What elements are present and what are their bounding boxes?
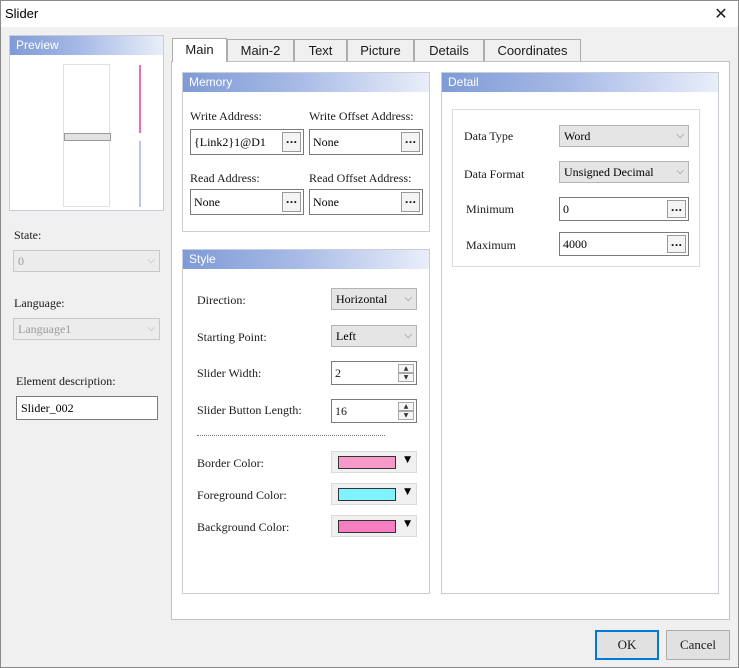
border-color-picker[interactable]: ▼: [331, 451, 417, 473]
write-offset-address-value: None: [313, 135, 339, 149]
write-offset-address-label: Write Offset Address:: [309, 109, 414, 123]
spin-up-icon[interactable]: ▲: [398, 402, 414, 411]
slider-button-length-label: Slider Button Length:: [197, 403, 302, 417]
direction-label: Direction:: [197, 293, 246, 307]
maximum-browse-button[interactable]: ...: [667, 235, 686, 253]
write-address-browse-button[interactable]: ...: [282, 132, 301, 152]
read-address-value: None: [194, 195, 220, 209]
slider-width-stepper[interactable]: 2 ▲ ▼: [331, 361, 417, 385]
element-description-label: Element description:: [16, 374, 116, 388]
direction-value: Horizontal: [336, 292, 388, 306]
language-label: Language:: [14, 296, 65, 310]
spin-down-icon[interactable]: ▼: [398, 373, 414, 382]
direction-select[interactable]: Horizontal ⌵: [331, 288, 417, 310]
tab-main-2[interactable]: Main-2: [227, 39, 294, 61]
state-select: 0 ⌵: [13, 250, 160, 272]
slider-preview: [63, 64, 141, 207]
slider-button-length-stepper[interactable]: 16 ▲ ▼: [331, 399, 417, 423]
minimum-browse-button[interactable]: ...: [667, 200, 686, 218]
ok-button[interactable]: OK: [595, 630, 659, 660]
minimum-label: Minimum: [466, 202, 515, 216]
background-color-label: Background Color:: [197, 520, 290, 534]
read-address-browse-button[interactable]: ...: [282, 192, 301, 212]
spin-up-icon[interactable]: ▲: [398, 364, 414, 373]
cancel-button[interactable]: Cancel: [666, 630, 730, 660]
tab-coordinates[interactable]: Coordinates: [484, 39, 581, 61]
dropdown-arrow-icon: ▼: [404, 455, 411, 465]
close-icon[interactable]: ✕: [710, 3, 732, 25]
write-offset-browse-button[interactable]: ...: [401, 132, 420, 152]
memory-title: Memory: [183, 73, 429, 92]
read-offset-address-field[interactable]: None ...: [309, 189, 423, 215]
tab-picture[interactable]: Picture: [347, 39, 414, 61]
write-offset-address-field[interactable]: None ...: [309, 129, 423, 155]
language-select: Language1 ⌵: [13, 318, 160, 340]
read-offset-address-value: None: [313, 195, 339, 209]
chevron-down-icon: ⌵: [676, 166, 684, 177]
dropdown-arrow-icon: ▼: [404, 487, 411, 497]
language-value: Language1: [18, 322, 72, 336]
dropdown-arrow-icon: ▼: [404, 519, 411, 529]
foreground-color-swatch: [338, 488, 396, 501]
data-type-select[interactable]: Word ⌵: [559, 125, 689, 147]
slider-width-value: 2: [335, 366, 341, 380]
tab-main[interactable]: Main: [172, 38, 227, 62]
slider-button-length-value: 16: [335, 404, 347, 418]
data-format-value: Unsigned Decimal: [564, 165, 654, 179]
background-color-picker[interactable]: ▼: [331, 515, 417, 537]
foreground-color-picker[interactable]: ▼: [331, 483, 417, 505]
style-title: Style: [183, 250, 429, 269]
data-type-label: Data Type: [464, 129, 514, 143]
maximum-value: 4000: [563, 237, 587, 251]
slider-button-length-spin-buttons: ▲ ▼: [398, 402, 414, 420]
data-type-value: Word: [564, 129, 591, 143]
preview-slider-thumb: [64, 133, 111, 141]
write-address-label: Write Address:: [190, 109, 262, 123]
minimum-field[interactable]: 0 ...: [559, 197, 689, 221]
border-color-swatch: [338, 456, 396, 469]
write-address-value: {Link2}1@D1: [194, 135, 266, 149]
minimum-value: 0: [563, 202, 569, 216]
style-divider: [197, 435, 385, 436]
chevron-down-icon: ⌵: [404, 293, 412, 304]
slider-width-spin-buttons: ▲ ▼: [398, 364, 414, 382]
preview-panel: Preview: [9, 35, 164, 211]
preview-track-lower: [139, 141, 141, 207]
data-format-select[interactable]: Unsigned Decimal ⌵: [559, 161, 689, 183]
element-description-input[interactable]: Slider_002: [16, 396, 158, 420]
starting-point-label: Starting Point:: [197, 330, 267, 344]
tab-text[interactable]: Text: [294, 39, 347, 61]
slider-dialog: Slider ✕ Preview State: 0 ⌵ Language: La…: [0, 0, 739, 668]
window-title: Slider: [5, 6, 39, 21]
detail-title: Detail: [442, 73, 718, 92]
tab-details[interactable]: Details: [414, 39, 484, 61]
starting-point-value: Left: [336, 329, 356, 343]
background-color-swatch: [338, 520, 396, 533]
write-address-field[interactable]: {Link2}1@D1 ...: [190, 129, 304, 155]
chevron-down-icon: ⌵: [147, 323, 155, 334]
preview-track-upper: [139, 65, 141, 133]
title-bar: Slider ✕: [1, 1, 738, 27]
read-address-field[interactable]: None ...: [190, 189, 304, 215]
state-label: State:: [14, 228, 42, 242]
foreground-color-label: Foreground Color:: [197, 488, 287, 502]
read-offset-browse-button[interactable]: ...: [401, 192, 420, 212]
state-value: 0: [18, 254, 24, 268]
border-color-label: Border Color:: [197, 456, 264, 470]
starting-point-select[interactable]: Left ⌵: [331, 325, 417, 347]
chevron-down-icon: ⌵: [676, 130, 684, 141]
read-offset-address-label: Read Offset Address:: [309, 171, 412, 185]
chevron-down-icon: ⌵: [147, 255, 155, 266]
data-format-label: Data Format: [464, 167, 525, 181]
spin-down-icon[interactable]: ▼: [398, 411, 414, 420]
preview-title: Preview: [10, 36, 163, 55]
maximum-label: Maximum: [466, 238, 516, 252]
chevron-down-icon: ⌵: [404, 330, 412, 341]
read-address-label: Read Address:: [190, 171, 260, 185]
maximum-field[interactable]: 4000 ...: [559, 232, 689, 256]
slider-width-label: Slider Width:: [197, 366, 262, 380]
